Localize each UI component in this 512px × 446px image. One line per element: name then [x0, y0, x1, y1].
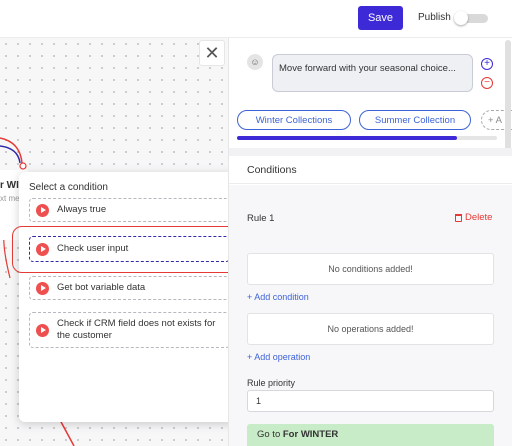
- operations-empty-box: No operations added!: [247, 313, 494, 345]
- add-message-button[interactable]: +: [481, 58, 493, 70]
- minus-icon: −: [484, 77, 490, 88]
- close-icon: ✕: [204, 42, 220, 63]
- play-icon: [36, 203, 49, 217]
- save-button[interactable]: Save: [358, 6, 403, 30]
- remove-message-button[interactable]: −: [481, 77, 493, 89]
- bot-icon: ☺: [250, 57, 260, 67]
- add-condition-link[interactable]: + Add condition: [247, 292, 309, 302]
- rule-priority-label: Rule priority: [247, 378, 296, 388]
- connection-red-bottom: [59, 419, 75, 446]
- flow-node-title: r WI: [0, 180, 19, 191]
- close-button[interactable]: ✕: [199, 40, 225, 66]
- connector-dot: [19, 162, 27, 170]
- goto-target-bar[interactable]: Go to For WINTER: [247, 424, 494, 446]
- condition-item-get-bot-variable[interactable]: Get bot variable data: [29, 276, 230, 300]
- selection-highlight: [12, 226, 245, 273]
- conditions-title: Conditions: [247, 164, 297, 176]
- select-condition-popup: Select a condition Always true Check use…: [19, 172, 241, 422]
- plus-icon: +: [484, 58, 490, 69]
- section-divider: [229, 148, 512, 156]
- condition-item-check-crm-field[interactable]: Check if CRM field does not exists for t…: [29, 312, 230, 348]
- panel-scrollbar[interactable]: [505, 40, 511, 150]
- add-operation-link[interactable]: + Add operation: [247, 352, 310, 362]
- condition-label: Always true: [57, 204, 107, 215]
- message-input[interactable]: Move forward with your seasonal choice..…: [272, 54, 473, 92]
- goto-prefix: Go to: [257, 429, 283, 440]
- goto-target: For WINTER: [282, 429, 339, 440]
- delete-label: Delete: [465, 212, 493, 223]
- condition-item-always-true[interactable]: Always true: [29, 198, 230, 222]
- chips-scrollbar[interactable]: [237, 136, 497, 140]
- popup-title: Select a condition: [29, 182, 108, 193]
- rule-priority-input[interactable]: 1: [247, 390, 494, 412]
- condition-label: Check if CRM field does not exists for t…: [57, 318, 216, 341]
- delete-rule-button[interactable]: Delete: [455, 212, 492, 223]
- publish-toggle[interactable]: [454, 11, 488, 25]
- chips-scrollbar-thumb[interactable]: [237, 136, 457, 140]
- play-icon: [36, 323, 49, 337]
- chip-winter-collections[interactable]: Winter Collections: [237, 110, 351, 130]
- rule-label: Rule 1: [247, 213, 275, 224]
- conditions-empty-box: No conditions added!: [247, 253, 494, 285]
- bot-avatar: ☺: [247, 54, 263, 70]
- toggle-knob: [454, 11, 468, 25]
- play-icon: [36, 281, 49, 295]
- chip-summer-collection[interactable]: Summer Collection: [359, 110, 471, 130]
- publish-label: Publish: [418, 12, 451, 23]
- trash-icon: [455, 213, 462, 222]
- condition-label: Get bot variable data: [57, 282, 146, 293]
